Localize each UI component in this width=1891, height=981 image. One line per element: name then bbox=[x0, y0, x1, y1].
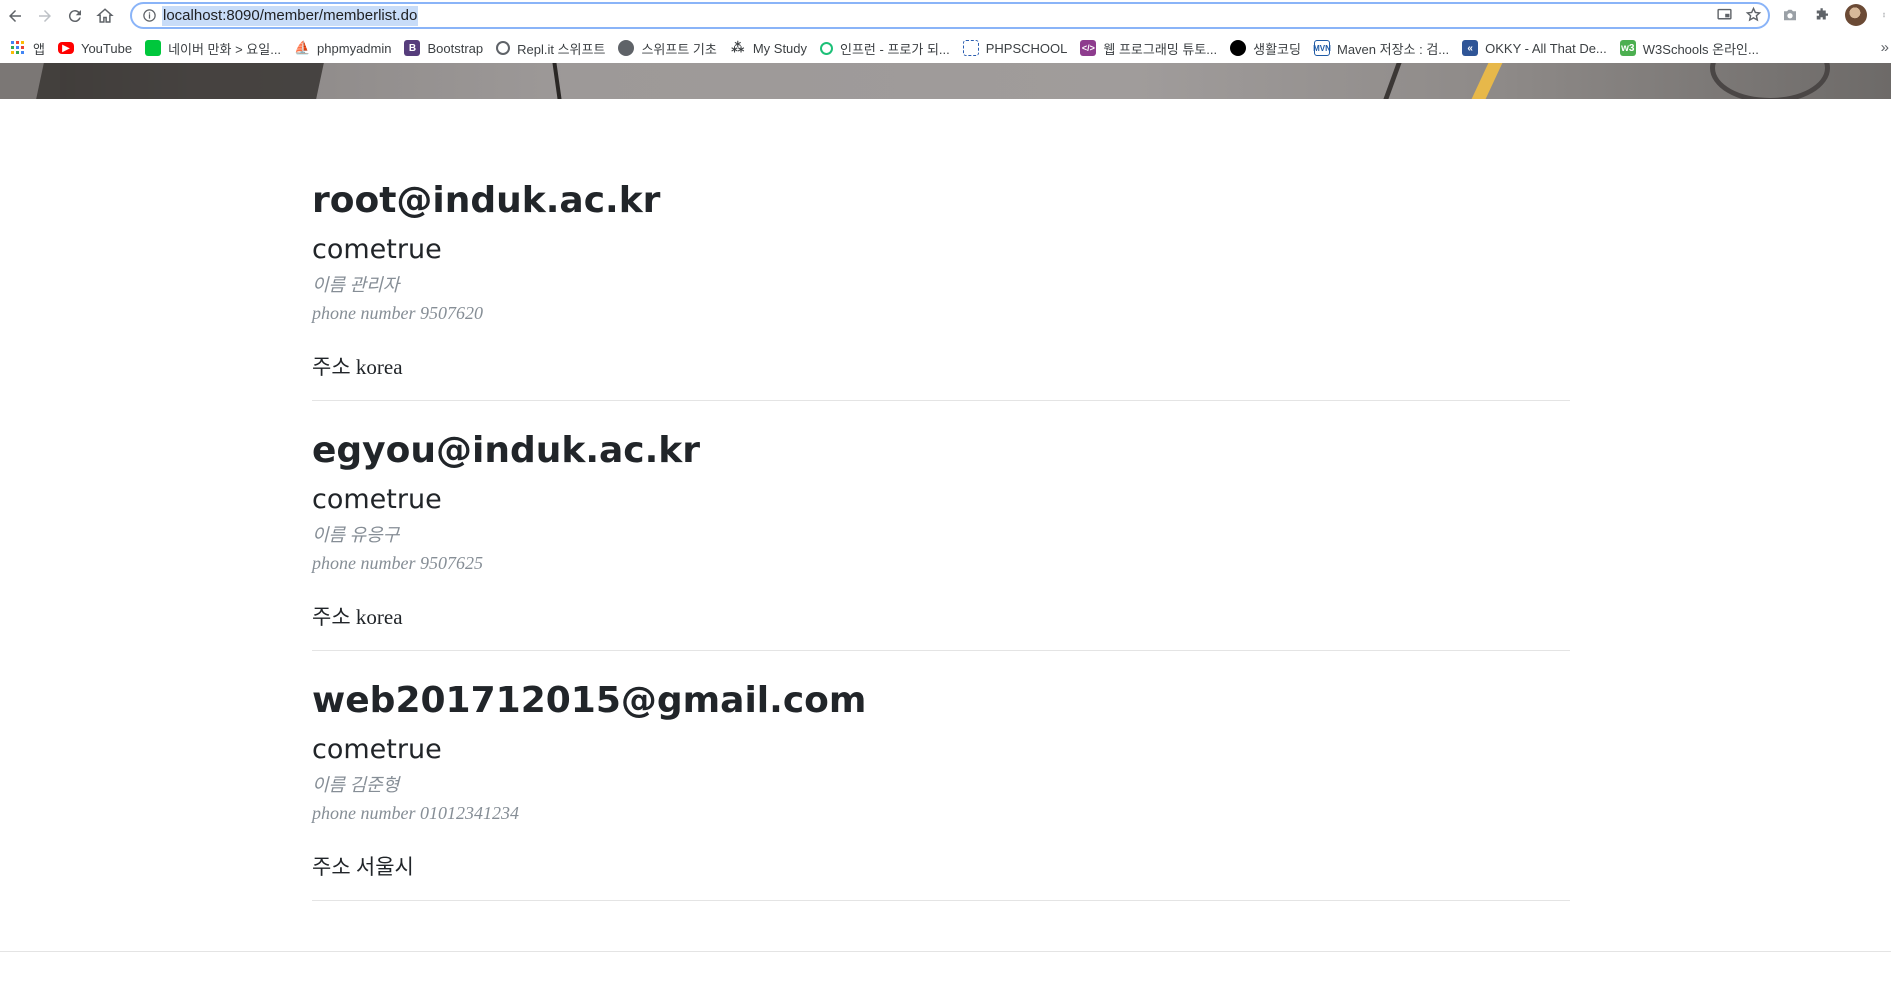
extensions-puzzle-icon[interactable] bbox=[1813, 6, 1831, 24]
profile-avatar[interactable] bbox=[1845, 4, 1867, 26]
member-address: 주소 korea bbox=[312, 605, 403, 629]
member-name: 이름 관리자 bbox=[312, 275, 400, 295]
bookmark-label: 네이버 만화 > 요일... bbox=[168, 41, 282, 57]
inflearn-icon bbox=[820, 41, 834, 55]
bookmark-label: OKKY - All That De... bbox=[1485, 40, 1607, 56]
bookmark-naver-webtoon[interactable]: 네이버 만화 > 요일... bbox=[139, 35, 288, 61]
cast-icon[interactable] bbox=[1716, 6, 1733, 23]
forward-button[interactable] bbox=[30, 1, 60, 31]
bookmark-label: Repl.it 스위프트 bbox=[517, 41, 606, 57]
member-email[interactable]: web201712015@gmail.com bbox=[312, 679, 1570, 723]
header-image bbox=[0, 63, 1891, 99]
omnibox-actions bbox=[1716, 6, 1762, 23]
home-icon bbox=[96, 8, 114, 23]
maven-icon: MVN bbox=[1313, 40, 1331, 56]
chevron-right-icon[interactable]: » bbox=[1881, 39, 1889, 56]
reload-icon bbox=[68, 10, 81, 23]
opentutorials-icon bbox=[1230, 40, 1247, 56]
member-item: root@induk.ac.kr cometrue 이름 관리자 phone n… bbox=[312, 99, 1570, 401]
bookmark-label: Maven 저장소 : 검... bbox=[1336, 41, 1450, 57]
youtube-icon: ▶ bbox=[57, 42, 74, 54]
address-bar[interactable]: localhost:8090/member/memberlist.do bbox=[130, 2, 1770, 29]
footer-divider bbox=[0, 951, 1891, 952]
more-vert-icon[interactable] bbox=[1881, 6, 1887, 24]
bookmark-replit[interactable]: Repl.it 스위프트 bbox=[490, 35, 612, 61]
web-tutorial-icon: </> bbox=[1080, 40, 1097, 56]
browser-toolbar: localhost:8090/member/memberlist.do bbox=[0, 0, 1891, 32]
toolbar-right bbox=[1781, 4, 1887, 26]
bootstrap-icon: B bbox=[404, 40, 421, 56]
member-phone: phone number 9507620 bbox=[312, 303, 483, 323]
globe-icon bbox=[618, 40, 635, 56]
bookmark-label: 스위프트 기초 bbox=[641, 41, 717, 57]
member-password: cometrue bbox=[312, 234, 442, 265]
bookmark-label: 생활코딩 bbox=[1253, 41, 1301, 57]
member-item: egyou@induk.ac.kr cometrue 이름 유응구 phone … bbox=[312, 401, 1570, 651]
naver-webtoon-icon bbox=[145, 40, 162, 56]
bookmark-apps[interactable]: 앱 bbox=[4, 35, 52, 61]
reload-button[interactable] bbox=[60, 1, 90, 31]
phpschool-icon bbox=[962, 40, 979, 56]
bookmark-swift-basics[interactable]: 스위프트 기초 bbox=[612, 35, 723, 61]
member-list: root@induk.ac.kr cometrue 이름 관리자 phone n… bbox=[312, 99, 1570, 901]
member-email[interactable]: egyou@induk.ac.kr bbox=[312, 429, 1570, 473]
bookmark-inflearn[interactable]: 인프런 - 프로가 되... bbox=[814, 35, 957, 61]
camera-icon[interactable] bbox=[1781, 6, 1799, 24]
bookmark-label: YouTube bbox=[80, 40, 133, 56]
member-name: 이름 유응구 bbox=[312, 525, 400, 545]
back-button[interactable] bbox=[0, 1, 30, 31]
star-icon[interactable] bbox=[1745, 6, 1762, 23]
bookmark-label: 웹 프로그래밍 튜토... bbox=[1103, 41, 1218, 57]
bookmark-bootstrap[interactable]: B Bootstrap bbox=[398, 35, 490, 61]
info-icon[interactable] bbox=[136, 8, 162, 23]
url-text[interactable]: localhost:8090/member/memberlist.do bbox=[162, 5, 419, 26]
home-button[interactable] bbox=[90, 1, 120, 31]
arrow-left-icon bbox=[9, 10, 21, 22]
member-phone: phone number 9507625 bbox=[312, 553, 483, 573]
bookmark-maven[interactable]: MVN Maven 저장소 : 검... bbox=[1308, 35, 1456, 61]
member-item: web201712015@gmail.com cometrue 이름 김준형 p… bbox=[312, 651, 1570, 901]
member-password: cometrue bbox=[312, 484, 442, 515]
bookmark-label: 인프런 - 프로가 되... bbox=[840, 41, 950, 57]
bookmark-my-study[interactable]: ⁂ My Study bbox=[724, 35, 814, 61]
bookmark-opentutorials[interactable]: 생활코딩 bbox=[1224, 35, 1308, 61]
bookmark-web-tutorial[interactable]: </> 웹 프로그래밍 튜토... bbox=[1074, 35, 1224, 61]
arrow-right-icon bbox=[39, 10, 51, 22]
bookmark-phpmyadmin[interactable]: ⛵ phpmyadmin bbox=[288, 35, 398, 61]
apps-grid-icon bbox=[10, 40, 26, 56]
okky-icon: « bbox=[1462, 40, 1479, 56]
phpmyadmin-icon: ⛵ bbox=[293, 40, 311, 55]
bookmark-label: phpmyadmin bbox=[317, 40, 392, 56]
replit-icon bbox=[496, 41, 511, 55]
bookmark-label: Bootstrap bbox=[427, 40, 484, 56]
member-name: 이름 김준형 bbox=[312, 775, 400, 795]
member-address: 주소 korea bbox=[312, 355, 403, 379]
member-email[interactable]: root@induk.ac.kr bbox=[312, 179, 1570, 223]
member-address: 주소 서울시 bbox=[312, 855, 414, 879]
bookmark-w3schools[interactable]: w3 W3Schools 온라인... bbox=[1614, 35, 1766, 61]
bookmark-label: W3Schools 온라인... bbox=[1642, 41, 1759, 57]
bookmarks-bar: 앱 ▶ YouTube 네이버 만화 > 요일... ⛵ phpmyadmin … bbox=[0, 33, 1891, 63]
bookmark-label: My Study bbox=[752, 40, 808, 56]
member-phone: phone number 01012341234 bbox=[312, 803, 519, 823]
member-password: cometrue bbox=[312, 734, 442, 765]
bookmark-label: PHPSCHOOL bbox=[985, 40, 1068, 56]
bookmark-okky[interactable]: « OKKY - All That De... bbox=[1456, 35, 1614, 61]
study-icon: ⁂ bbox=[731, 40, 745, 55]
bookmark-phpschool[interactable]: PHPSCHOOL bbox=[957, 35, 1075, 61]
bookmark-label: 앱 bbox=[33, 41, 45, 57]
bookmark-youtube[interactable]: ▶ YouTube bbox=[52, 35, 139, 61]
w3schools-icon: w3 bbox=[1619, 40, 1636, 56]
